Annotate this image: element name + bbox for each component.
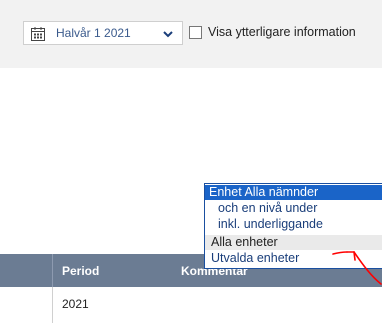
row-divider <box>52 287 53 323</box>
red-arrow-annotation <box>332 251 382 285</box>
dropdown-option-include-subordinate[interactable]: inkl. underliggande <box>205 217 382 232</box>
dropdown-option-all-committees[interactable]: Enhet Alla nämnder <box>205 185 382 200</box>
show-more-info-checkbox[interactable] <box>189 26 202 39</box>
column-header-period[interactable]: Period <box>62 264 99 278</box>
column-divider <box>52 254 53 287</box>
table-cell-period: 2021 <box>62 297 89 311</box>
period-select[interactable]: Halvår 1 2021 <box>23 21 183 45</box>
calendar-icon <box>31 27 45 41</box>
period-select-value: Halvår 1 2021 <box>56 26 131 40</box>
chevron-down-icon <box>163 31 173 38</box>
dropdown-option-one-level-below[interactable]: och en nivå under <box>205 201 382 216</box>
show-more-info-label[interactable]: Visa ytterligare information <box>208 25 356 39</box>
toolbar: Halvår 1 2021 Visa ytterligare informati… <box>0 0 382 68</box>
